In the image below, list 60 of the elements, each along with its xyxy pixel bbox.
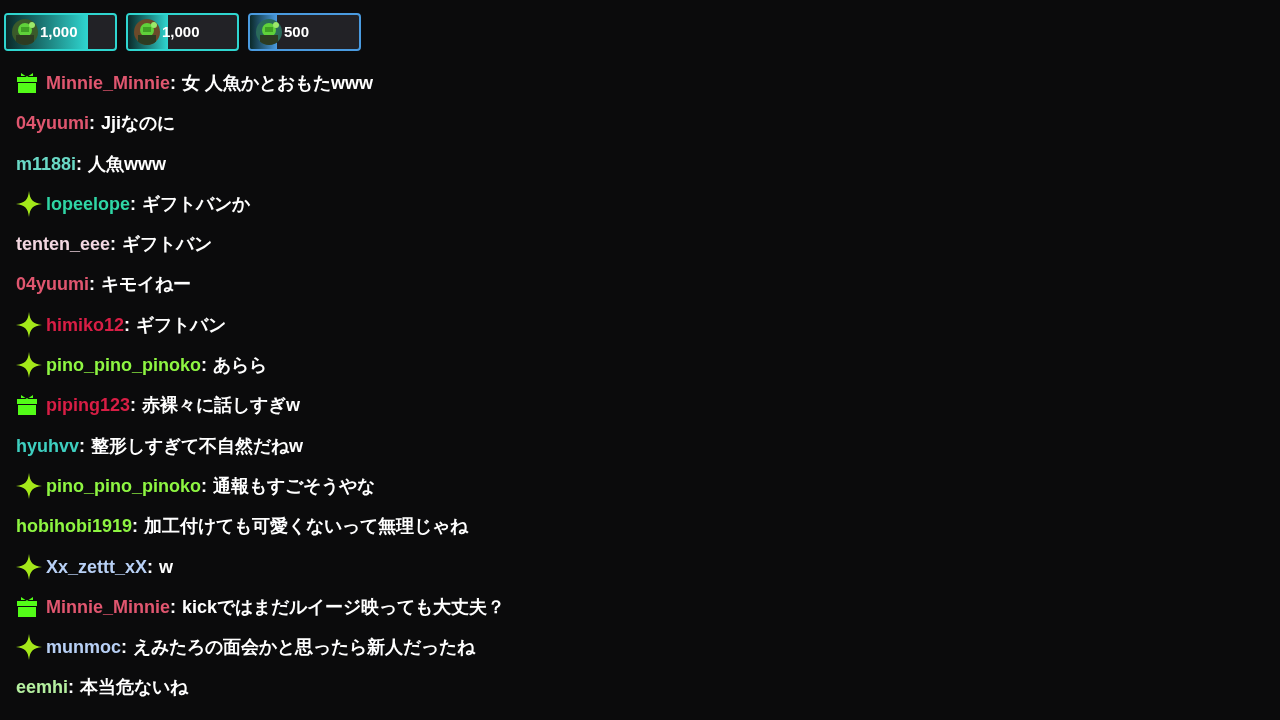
username[interactable]: m1188i	[16, 150, 77, 177]
message-text: ギフトバン	[122, 233, 213, 257]
message-colon: :	[147, 555, 154, 579]
message-text: 通報もすごそうやな	[213, 474, 375, 498]
gift-card[interactable]: 500	[248, 13, 361, 51]
sparkle-icon	[16, 472, 42, 499]
username[interactable]: hyuhvv	[16, 432, 80, 459]
gift-icon	[16, 395, 38, 416]
message-colon: :	[79, 434, 86, 458]
username[interactable]: Minnie_Minnie	[46, 70, 170, 96]
sparkle-icon	[16, 553, 42, 580]
username[interactable]: lopeelope	[46, 190, 130, 217]
message-text: キモイねー	[101, 273, 192, 297]
message-text: 整形しすぎて不自然だねw	[91, 434, 304, 458]
message-colon: :	[89, 273, 96, 297]
message-text: ギフトバンか	[142, 192, 250, 216]
message-colon: :	[76, 152, 83, 176]
message-colon: :	[201, 474, 207, 498]
username[interactable]: hobihobi1919	[16, 513, 132, 540]
message-text: w	[159, 555, 174, 579]
message-colon: :	[89, 112, 96, 136]
message-colon: :	[121, 636, 127, 660]
message-text: えみたろの面会かと思ったら新人だったね	[133, 636, 475, 660]
message-text: kickではまだルイージ映っても大丈夫？	[182, 595, 506, 619]
message-text: 本当危ないね	[80, 676, 189, 700]
username[interactable]: 04yuumi	[16, 110, 90, 137]
gift-icon	[16, 596, 38, 617]
username[interactable]: 04yuumi	[16, 271, 90, 298]
message-colon: :	[68, 676, 75, 700]
gift-icon	[16, 73, 38, 93]
message-text: 赤裸々に話しすぎw	[142, 394, 301, 418]
message-colon: :	[124, 313, 131, 337]
username[interactable]: piping123	[46, 392, 130, 419]
username[interactable]: tenten_eee	[16, 231, 111, 258]
message-text: Jjiなのに	[101, 112, 176, 136]
sparkle-icon	[16, 311, 42, 338]
sparkle-icon	[16, 190, 42, 217]
message-text: あらら	[213, 354, 267, 378]
message-text: 人魚www	[88, 152, 167, 176]
message-text: 女 人魚かとおもたwww	[182, 72, 374, 95]
gift-amount: 500	[284, 21, 310, 42]
gift-amount: 1,000	[40, 21, 78, 42]
message-colon: :	[130, 192, 136, 216]
username[interactable]: Xx_zettt_xX	[46, 553, 148, 580]
sparkle-icon	[16, 634, 42, 661]
message-colon: :	[170, 595, 176, 619]
username[interactable]: himiko12	[46, 311, 125, 338]
username[interactable]: Minnie_Minnie	[46, 593, 170, 620]
username[interactable]: pino_pino_pinoko	[46, 352, 201, 379]
username[interactable]: munmoc	[46, 634, 121, 661]
username[interactable]: eemhi	[16, 674, 69, 701]
message-colon: :	[132, 515, 138, 539]
message-colon: :	[110, 233, 117, 257]
message-text: 加工付けても可愛くないって無理じゃね	[144, 515, 468, 539]
sparkle-icon	[16, 352, 42, 379]
message-colon: :	[201, 354, 207, 378]
message-colon: :	[170, 72, 176, 95]
message-colon: :	[130, 394, 136, 418]
message-text: ギフトバン	[136, 313, 227, 337]
username[interactable]: pino_pino_pinoko	[46, 472, 201, 499]
